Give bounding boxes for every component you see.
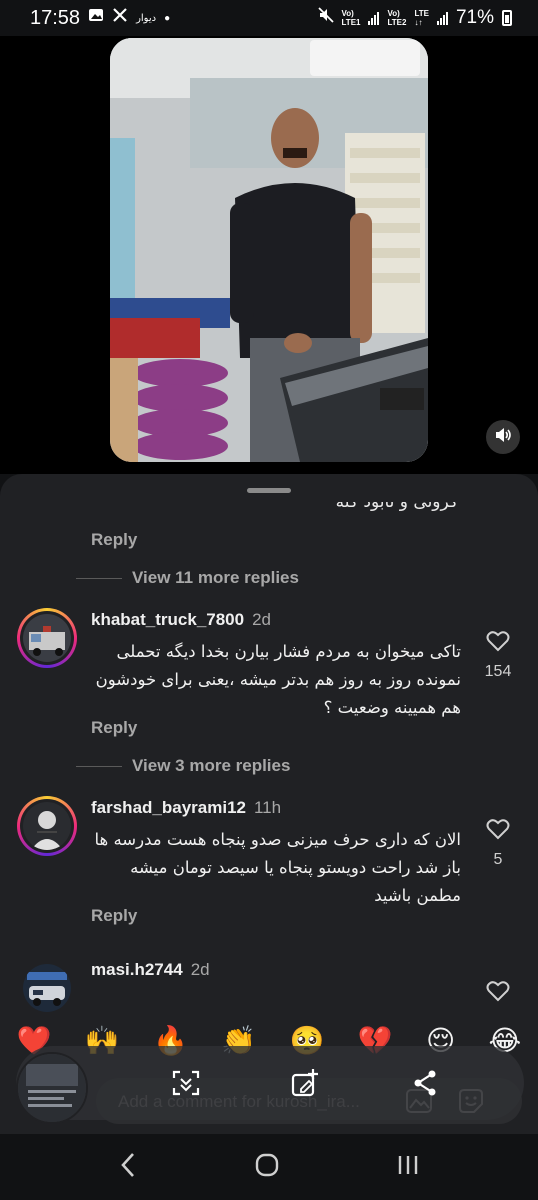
view-more-replies-button[interactable]: View 11 more replies [76,568,299,588]
like-column [478,980,518,1007]
mute-status-icon [317,7,334,29]
sim1-signal-icon [368,11,380,25]
back-icon[interactable] [118,1152,138,1183]
comment-composer [16,1046,524,1126]
share-icon[interactable] [405,1063,445,1103]
status-bar: 17:58 دیوار ● Vo) LTE1 Vo) LTE2 LTE ↓↑ 7… [0,0,538,36]
comment-time: 2d [190,960,210,979]
like-column: 154 [478,630,518,681]
avatar-image [23,802,71,850]
reply-button[interactable]: Reply [91,530,137,550]
reply-button[interactable]: Reply [91,906,137,926]
reply-button[interactable]: Reply [91,718,137,738]
recents-icon[interactable] [396,1153,420,1182]
comment-header: masi.h2744 2d [91,960,210,980]
network-type: LTE ↓↑ [414,9,429,27]
video-area [0,36,538,474]
comment-username[interactable]: masi.h2744 [91,960,183,980]
gallery-notification-icon [88,7,104,29]
avatar-border [20,799,74,853]
divar-app-label: دیوار [136,12,157,24]
battery-percent: 71% [455,7,494,28]
sim2-lte: LTE2 [387,18,407,27]
divider-line [76,577,122,579]
like-count: 5 [493,851,503,868]
status-right: Vo) LTE1 Vo) LTE2 LTE ↓↑ 71% [317,7,512,29]
video-player[interactable] [110,38,428,462]
more-notifications-dot: ● [164,12,171,24]
avatar-border [20,611,74,665]
comment-header: khabat_truck_7800 2d [91,610,271,630]
heart-icon[interactable] [486,630,510,657]
previous-comment-text: کرونی و نابود کنه [78,502,458,518]
status-time: 17:58 [30,6,81,29]
comment-username[interactable]: khabat_truck_7800 [91,610,244,630]
network-type-label: LTE [414,9,429,18]
avatar[interactable] [17,958,77,1018]
like-column: 5 [478,818,518,869]
sim1-volte: Vo) [341,9,354,18]
heart-icon[interactable] [486,818,510,845]
mute-toggle-button[interactable] [486,420,520,454]
battery-icon [502,10,512,26]
comment-time: 11h [253,798,282,817]
sim2-volte: Vo) [387,9,400,18]
sim1-lte: LTE1 [341,18,361,27]
view-more-replies-label: View 11 more replies [132,568,299,587]
avatar[interactable] [17,796,77,856]
floating-toolbar [16,1046,524,1120]
heart-icon[interactable] [486,980,510,1007]
comment-header: farshad_bayrami12 11h [91,798,281,818]
data-arrows-icon: ↓↑ [414,18,423,27]
comment-time: 2d [252,610,272,629]
view-more-replies-label: View 3 more replies [132,756,291,775]
like-count: 154 [484,663,512,680]
video-frame-image [110,38,428,462]
sim2-signal-icon [436,11,448,25]
sheet-drag-handle[interactable] [247,488,291,493]
divider-line [76,765,122,767]
add-post-icon[interactable] [285,1063,325,1103]
system-navigation-bar [0,1134,538,1200]
scan-icon[interactable] [166,1063,206,1103]
previous-comment-text-value: کرونی و نابود کنه [335,502,458,512]
home-icon[interactable] [254,1152,280,1183]
view-more-replies-button[interactable]: View 3 more replies [76,756,290,776]
sim1-network: Vo) LTE1 [342,9,361,27]
avatar[interactable] [17,608,77,668]
comment-text: تاکی میخوان به مردم فشار بیارن بخدا دیگه… [95,642,461,717]
comment-username[interactable]: farshad_bayrami12 [91,798,246,818]
x-app-icon [112,7,128,29]
current-user-avatar[interactable] [16,1052,88,1124]
comment-text: الان که داری حرف میزنی صدو پنجاه هست مدر… [94,830,461,905]
avatar-image [23,614,71,662]
avatar-image [23,964,71,1012]
speaker-icon [494,426,512,449]
sim2-network: Vo) LTE2 [387,9,406,27]
screen: 17:58 دیوار ● Vo) LTE1 Vo) LTE2 LTE ↓↑ 7… [0,0,538,1200]
status-left: 17:58 دیوار ● [30,7,170,30]
